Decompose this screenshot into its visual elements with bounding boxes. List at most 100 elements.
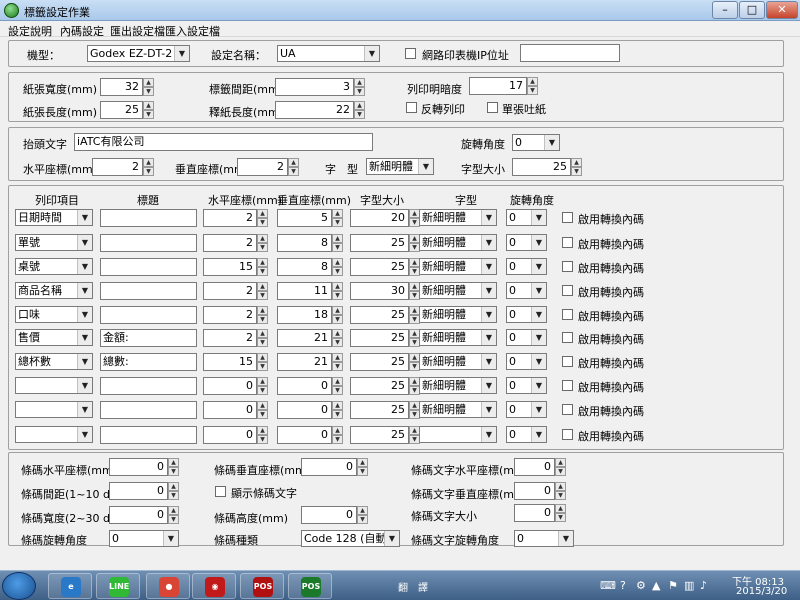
item-size-spinner[interactable]: 25 ▲ ▼ [350,234,420,252]
single-sheet-checkbox[interactable] [487,102,498,113]
enable-convert-checkbox[interactable] [562,285,573,296]
item-v-spinner[interactable]: 11 ▲ ▼ [277,282,343,300]
item-size-spinner[interactable]: 25 ▲ ▼ [350,258,420,276]
item-rotate-select[interactable]: 0 ▼ [506,258,547,275]
taskbar-app-pos-green[interactable]: POS [288,573,332,599]
menu-item-help[interactable]: 設定說明 [8,23,52,39]
taskbar-app-chrome[interactable]: ● [146,573,190,599]
item-size-spinner[interactable]: 25 ▲ ▼ [350,306,420,324]
release-length-spinner[interactable]: 22 ▲ ▼ [275,101,365,119]
network-printer-checkbox[interactable] [405,48,416,59]
taskbar-app-pos-red[interactable]: POS [240,573,284,599]
header-h-spinner[interactable]: 2 ▲ ▼ [92,158,154,176]
print-item-select[interactable]: ▼ [15,401,93,418]
item-font-select[interactable]: 新細明體 ▼ [419,209,497,226]
item-title-input[interactable] [100,234,197,252]
print-item-select[interactable]: 總杯數 ▼ [15,353,93,370]
close-button[interactable]: ✕ [766,1,798,19]
show-hidden-icon[interactable]: ▲ [652,579,660,592]
barcode-text-size-spinner[interactable]: 0 ▲ ▼ [514,504,566,522]
barcode-gap-spinner[interactable]: 0 ▲ ▼ [109,482,179,500]
item-font-select[interactable]: 新細明體 ▼ [419,377,497,394]
item-h-spinner[interactable]: 2 ▲ ▼ [203,209,268,227]
reverse-print-checkbox[interactable] [406,102,417,113]
label-gap-spinner[interactable]: 3 ▲ ▼ [275,78,365,96]
menu-item-import[interactable]: 匯入設定檔 [165,23,220,39]
minimize-button[interactable]: – [712,1,738,19]
item-v-spinner[interactable]: 8 ▲ ▼ [277,258,343,276]
enable-convert-checkbox[interactable] [562,404,573,415]
keyboard-icon[interactable]: ⌨ [600,579,616,592]
item-font-select[interactable]: 新細明體 ▼ [419,234,497,251]
volume-icon[interactable]: ♪ [700,579,707,592]
paper-length-spinner[interactable]: 25 ▲ ▼ [100,101,154,119]
print-item-select[interactable]: ▼ [15,426,93,443]
item-font-select[interactable]: 新細明體 ▼ [419,306,497,323]
print-item-select[interactable]: 桌號 ▼ [15,258,93,275]
item-h-spinner[interactable]: 0 ▲ ▼ [203,377,268,395]
print-item-select[interactable]: 商品名稱 ▼ [15,282,93,299]
enable-convert-checkbox[interactable] [562,237,573,248]
item-title-input[interactable]: 總數: [100,353,197,371]
item-rotate-select[interactable]: 0 ▼ [506,353,547,370]
enable-convert-checkbox[interactable] [562,261,573,272]
menu-item-code-setting[interactable]: 內碼設定 [60,23,104,39]
item-title-input[interactable] [100,282,197,300]
item-rotate-select[interactable]: 0 ▼ [506,209,547,226]
item-h-spinner[interactable]: 0 ▲ ▼ [203,426,268,444]
item-v-spinner[interactable]: 18 ▲ ▼ [277,306,343,324]
item-v-spinner[interactable]: 21 ▲ ▼ [277,329,343,347]
print-item-select[interactable]: 口味 ▼ [15,306,93,323]
item-font-select[interactable]: 新細明體 ▼ [419,258,497,275]
item-size-spinner[interactable]: 25 ▲ ▼ [350,377,420,395]
item-font-select[interactable]: 新細明體 ▼ [419,282,497,299]
barcode-width-spinner[interactable]: 0 ▲ ▼ [109,506,179,524]
header-size-spinner[interactable]: 25 ▲ ▼ [512,158,582,176]
item-h-spinner[interactable]: 2 ▲ ▼ [203,234,268,252]
item-font-select[interactable]: ▼ [419,426,497,443]
enable-convert-checkbox[interactable] [562,332,573,343]
item-title-input[interactable] [100,209,197,227]
item-size-spinner[interactable]: 20 ▲ ▼ [350,209,420,227]
flag-icon[interactable]: ⚑ [668,579,678,592]
item-rotate-select[interactable]: 0 ▼ [506,306,547,323]
enable-convert-checkbox[interactable] [562,212,573,223]
barcode-height-spinner[interactable]: 0 ▲ ▼ [301,506,368,524]
darkness-spinner[interactable]: 17 ▲ ▼ [469,77,538,95]
help-icon[interactable]: ? [620,579,626,592]
taskbar-app-line[interactable]: LINE [96,573,140,599]
print-item-select[interactable]: 單號 ▼ [15,234,93,251]
enable-convert-checkbox[interactable] [562,429,573,440]
menu-item-export[interactable]: 匯出設定檔 [110,23,165,39]
start-button[interactable] [2,572,36,600]
item-rotate-select[interactable]: 0 ▼ [506,426,547,443]
item-size-spinner[interactable]: 25 ▲ ▼ [350,426,420,444]
item-h-spinner[interactable]: 2 ▲ ▼ [203,306,268,324]
show-barcode-text-checkbox[interactable] [215,486,226,497]
barcode-text-rotate-select[interactable]: 0 ▼ [514,530,574,547]
barcode-text-v-spinner[interactable]: 0 ▲ ▼ [514,482,566,500]
enable-convert-checkbox[interactable] [562,380,573,391]
header-rotate-select[interactable]: 0 ▼ [512,134,560,151]
item-v-spinner[interactable]: 0 ▲ ▼ [277,401,343,419]
enable-convert-checkbox[interactable] [562,356,573,367]
barcode-text-h-spinner[interactable]: 0 ▲ ▼ [514,458,566,476]
item-size-spinner[interactable]: 25 ▲ ▼ [350,353,420,371]
item-h-spinner[interactable]: 15 ▲ ▼ [203,353,268,371]
item-title-input[interactable] [100,377,197,395]
item-rotate-select[interactable]: 0 ▼ [506,377,547,394]
item-title-input[interactable] [100,306,197,324]
ip-address-input[interactable] [520,44,620,62]
item-size-spinner[interactable]: 25 ▲ ▼ [350,401,420,419]
maximize-button[interactable]: □ [739,1,765,19]
item-rotate-select[interactable]: 0 ▼ [506,234,547,251]
network-icon[interactable]: ▥ [684,579,694,592]
item-v-spinner[interactable]: 21 ▲ ▼ [277,353,343,371]
header-font-select[interactable]: 新細明體 ▼ [366,158,434,175]
item-size-spinner[interactable]: 25 ▲ ▼ [350,329,420,347]
item-v-spinner[interactable]: 8 ▲ ▼ [277,234,343,252]
item-h-spinner[interactable]: 15 ▲ ▼ [203,258,268,276]
item-h-spinner[interactable]: 2 ▲ ▼ [203,329,268,347]
header-text-input[interactable]: iATC有限公司 [74,133,373,151]
settings-icon[interactable]: ⚙ [636,579,646,592]
